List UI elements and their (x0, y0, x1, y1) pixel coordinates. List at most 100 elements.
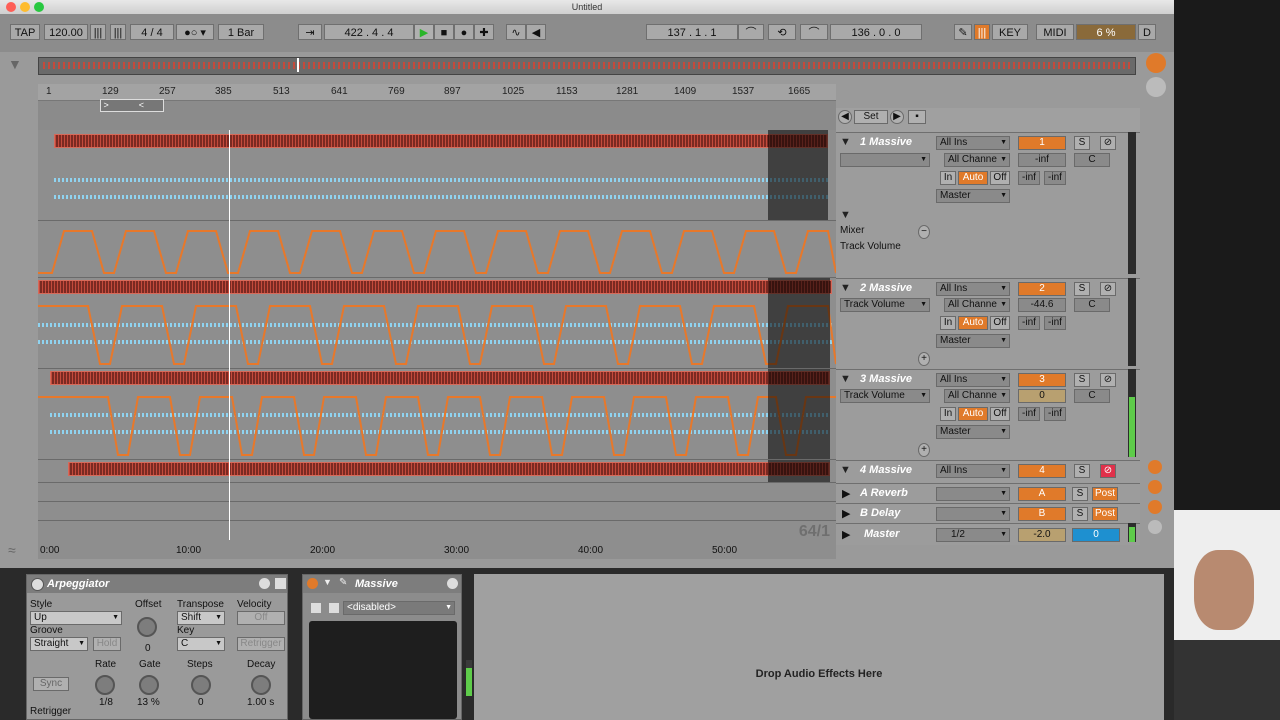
computer-keyboard-icon[interactable]: ||| (974, 24, 990, 40)
add-lane-icon[interactable]: + (918, 443, 930, 457)
volume-automation-envelope[interactable] (38, 278, 836, 368)
track-lane-3[interactable] (38, 369, 836, 460)
track-activator[interactable]: B (1018, 507, 1066, 521)
crossfade-show-icon[interactable] (1148, 520, 1162, 534)
sends-show-icon[interactable] (1148, 480, 1162, 494)
input-type-select[interactable]: All Ins (936, 373, 1010, 387)
pan-field[interactable]: C (1074, 298, 1110, 312)
fold-icon[interactable]: ≈ (8, 542, 16, 558)
loop-brace[interactable]: > < (100, 99, 164, 112)
device-power-icon[interactable] (31, 578, 44, 591)
nudge-down-icon[interactable]: ||| (90, 24, 106, 40)
monitor-off-button[interactable]: Off (990, 407, 1010, 421)
output-select[interactable] (936, 487, 1010, 501)
draw-mode-icon[interactable]: ✎ (954, 24, 972, 40)
solo-button[interactable]: S (1072, 487, 1088, 501)
tempo-field[interactable]: 120.00 (44, 24, 88, 40)
track-name[interactable]: B Delay (860, 507, 900, 519)
fold-track-icon[interactable]: ▼ (840, 282, 851, 294)
master-volume-field[interactable]: -2.0 (1018, 528, 1066, 542)
preset-select[interactable]: <disabled> (343, 601, 455, 615)
record-icon[interactable]: ● (454, 24, 474, 40)
audio-effects-drop-zone[interactable]: Drop Audio Effects Here (474, 574, 1164, 720)
decay-knob[interactable] (251, 675, 271, 695)
monitor-in-button[interactable]: In (940, 171, 956, 185)
overdub-icon[interactable] (1146, 53, 1166, 73)
pan-field[interactable]: C (1074, 389, 1110, 403)
input-channel-select[interactable]: All Channe (944, 153, 1010, 167)
midi-clip[interactable] (68, 462, 830, 476)
retrigger-button[interactable]: Retrigger (237, 637, 285, 651)
hot-swap-icon[interactable] (259, 578, 270, 589)
song-position-field[interactable]: 422 . 4 . 4 (324, 24, 414, 40)
output-select[interactable] (936, 507, 1010, 521)
remove-lane-icon[interactable]: − (918, 225, 930, 239)
monitor-off-button[interactable]: Off (990, 316, 1010, 330)
add-icon[interactable]: ✚ (474, 24, 494, 40)
punch-in-icon[interactable]: ⌒ (738, 24, 764, 40)
automation-arm-icon[interactable]: ∿ (506, 24, 526, 40)
track-name[interactable]: 3 Massive (860, 373, 912, 385)
input-type-select[interactable]: All Ins (936, 464, 1010, 478)
set-locator-button[interactable]: Set (854, 110, 888, 124)
plugin-save-icon[interactable] (329, 603, 339, 613)
automation-param-select[interactable]: Track Volume (840, 298, 930, 312)
arm-icon[interactable]: ⊘ (1100, 136, 1116, 150)
master-lane[interactable]: 64/1 (38, 521, 836, 544)
cue-out-select[interactable]: 1/2 (936, 528, 1010, 542)
track-name[interactable]: 4 Massive (860, 464, 912, 476)
automation-param-select[interactable]: Track Volume (840, 389, 930, 403)
rate-knob[interactable] (95, 675, 115, 695)
loop-start-field[interactable]: 137 . 1 . 1 (646, 24, 738, 40)
output-select[interactable]: Master (936, 189, 1010, 203)
solo-button[interactable]: S (1074, 136, 1090, 150)
volume-field[interactable]: 0 (1018, 389, 1066, 403)
track-header-2[interactable]: ▼ 2 Massive Track Volume + All Ins All C… (836, 278, 1140, 369)
pan-field[interactable]: C (1074, 153, 1110, 167)
solo-button[interactable]: S (1072, 507, 1088, 521)
arm-icon[interactable]: ⊘ (1100, 282, 1116, 296)
input-type-select[interactable]: All Ins (936, 282, 1010, 296)
track-name[interactable]: Master (864, 528, 899, 540)
loop-switch-icon[interactable]: ⟲ (768, 24, 796, 40)
track-activator[interactable]: A (1018, 487, 1066, 501)
track-header-1[interactable]: ▼ 1 Massive ▼ Mixer Track Volume − All I… (836, 132, 1140, 278)
master-track[interactable]: ▶ Master 1/2 -2.0 0 (836, 523, 1140, 545)
fold-track-icon[interactable]: ▶ (842, 487, 850, 500)
track-name[interactable]: A Reverb (860, 487, 908, 499)
volume-field[interactable]: -44.6 (1018, 298, 1066, 312)
style-select[interactable]: Up (30, 611, 122, 625)
sync-button[interactable]: Sync (33, 677, 69, 691)
track-activator[interactable]: 2 (1018, 282, 1066, 296)
fold-track-icon[interactable]: ▶ (842, 507, 850, 520)
fold-automation-icon[interactable]: ▼ (840, 209, 851, 221)
monitor-in-button[interactable]: In (940, 407, 956, 421)
overview-toggle-icon[interactable]: ▼ (8, 56, 28, 74)
volume-field[interactable]: -inf (1018, 153, 1066, 167)
monitor-auto-button[interactable]: Auto (958, 407, 988, 421)
groove-select[interactable]: Straight (30, 637, 88, 651)
track-lane-1[interactable] (38, 130, 836, 221)
output-select[interactable]: Master (936, 334, 1010, 348)
volume-automation-envelope[interactable] (38, 369, 836, 459)
return-track-b[interactable]: ▶ B Delay B S Post (836, 503, 1140, 523)
nudge-up-icon[interactable]: ||| (110, 24, 126, 40)
follow-icon[interactable]: ⇥ (298, 24, 322, 40)
velocity-toggle[interactable]: Off (237, 611, 285, 625)
midi-map-button[interactable]: MIDI (1036, 24, 1074, 40)
overview-bar[interactable] (38, 57, 1136, 75)
pre-post-button[interactable]: Post (1092, 507, 1118, 521)
volume-automation-envelope[interactable] (38, 221, 836, 277)
stop-icon[interactable]: ■ (434, 24, 454, 40)
track-lane-4[interactable] (38, 460, 836, 483)
master-pan-field[interactable]: 0 (1072, 528, 1120, 542)
fold-device-icon[interactable]: ▼ (323, 577, 332, 587)
monitor-off-button[interactable]: Off (990, 171, 1010, 185)
tap-tempo-button[interactable]: TAP (10, 24, 40, 40)
next-locator-icon[interactable]: ▶ (890, 110, 904, 124)
punch-out-icon[interactable]: ⌒ (800, 24, 828, 40)
arm-icon[interactable]: ⊘ (1100, 464, 1116, 478)
monitor-auto-button[interactable]: Auto (958, 316, 988, 330)
output-select[interactable]: Master (936, 425, 1010, 439)
quantize-select[interactable]: 1 Bar (218, 24, 264, 40)
